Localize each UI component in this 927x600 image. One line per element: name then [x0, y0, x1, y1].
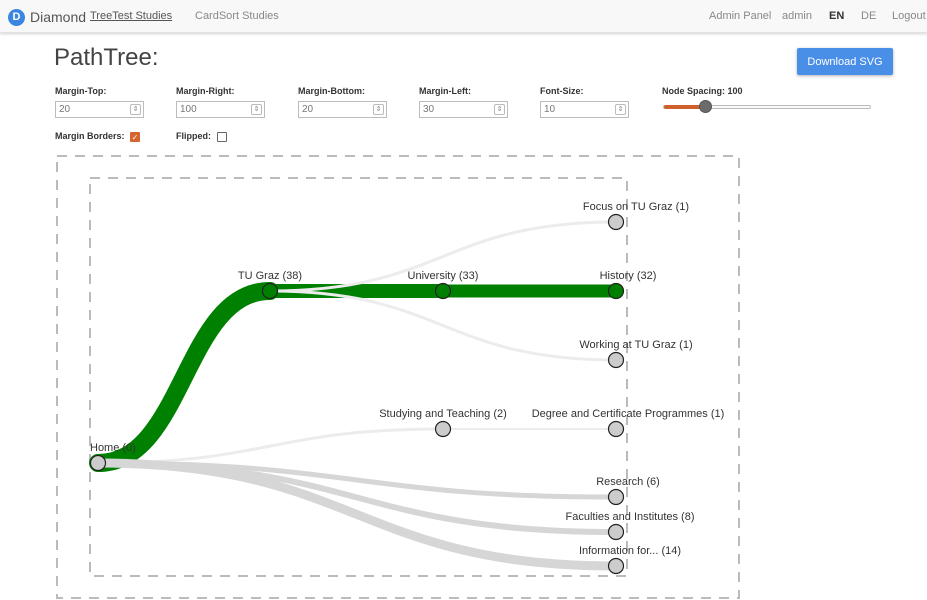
tree-node-degree[interactable]	[607, 420, 625, 438]
tree-node-label-home: Home (0)	[90, 442, 136, 454]
tree-node-history[interactable]	[607, 282, 625, 300]
tree-node-information[interactable]	[607, 557, 625, 575]
tree-node-label-degree: Degree and Certificate Programmes (1)	[532, 408, 725, 420]
tree-link-tugraz-working	[268, 289, 618, 362]
tree-node-label-research: Research (6)	[596, 476, 660, 488]
tree-node-label-focus: Focus on TU Graz (1)	[583, 201, 689, 213]
tree-node-label-tugraz: TU Graz (38)	[238, 270, 302, 282]
tree-node-faculties[interactable]	[607, 523, 625, 541]
tree-links	[89, 220, 623, 571]
path-tree-diagram: Home (0) TU Graz (38) University (33) Histo…	[56, 155, 740, 599]
tree-node-label-history: History (32)	[600, 270, 657, 282]
tree-node-working[interactable]	[607, 351, 625, 369]
tree-node-research[interactable]	[607, 488, 625, 506]
tree-node-label-faculties: Faculties and Institutes (8)	[565, 511, 694, 523]
tree-link-home-tugraz	[89, 282, 279, 472]
tree-node-university[interactable]	[434, 282, 452, 300]
tree-node-label-information: Information for... (14)	[579, 545, 681, 557]
tree-node-studying[interactable]	[434, 420, 452, 438]
tree-node-label-studying: Studying and Teaching (2)	[379, 408, 507, 420]
tree-node-tugraz[interactable]	[261, 282, 279, 300]
tree-node-label-university: University (33)	[408, 270, 479, 282]
tree-node-focus[interactable]	[607, 213, 625, 231]
tree-node-label-working: Working at TU Graz (1)	[579, 339, 692, 351]
tree-node-home[interactable]	[89, 454, 107, 472]
